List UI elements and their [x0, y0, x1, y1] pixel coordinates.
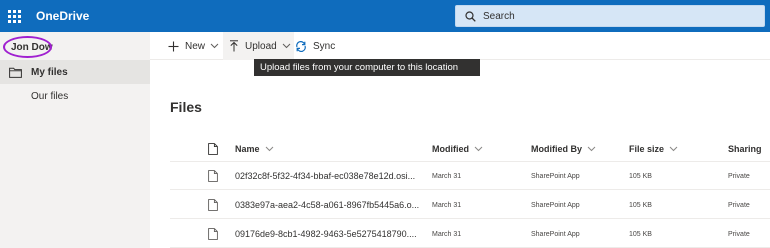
nav-item-label: My files — [31, 66, 68, 78]
upload-tooltip: Upload files from your computer to this … — [254, 59, 480, 76]
file-size: 105 KB — [629, 172, 652, 180]
file-icon — [208, 199, 218, 211]
upload-label: Upload — [245, 40, 277, 52]
upload-button[interactable]: Upload — [223, 32, 294, 60]
chevron-down-icon — [282, 43, 291, 49]
search-input[interactable] — [483, 10, 743, 22]
column-header-label: Name — [235, 143, 260, 154]
column-header-label: Modified By — [531, 143, 582, 154]
column-header-modified-by[interactable]: Modified By — [531, 135, 596, 162]
table-header: Name Modified Modified By File size Shar… — [170, 135, 770, 162]
page-title: Files — [170, 99, 202, 115]
file-icon — [208, 228, 218, 240]
file-size: 105 KB — [629, 230, 652, 238]
nav-item-our-files[interactable]: Our files — [0, 84, 150, 108]
file-icon — [208, 170, 218, 182]
sharing-status: Private — [728, 230, 750, 238]
file-name-link[interactable]: 02f32c8f-5f32-4f34-bbaf-ec038e78e12d.osi… — [235, 162, 420, 190]
file-size: 105 KB — [629, 201, 652, 209]
new-label: New — [185, 40, 206, 52]
chevron-down-icon — [587, 146, 596, 151]
table-row[interactable]: 0383e97a-aea2-4c58-a061-8967fb5445a6.o..… — [170, 191, 770, 219]
sync-icon — [296, 40, 306, 52]
chevron-down-icon — [210, 43, 219, 49]
table-row[interactable]: 02f32c8f-5f32-4f34-bbaf-ec038e78e12d.osi… — [170, 162, 770, 190]
modified-by: SharePoint App — [531, 230, 580, 238]
column-header-label: Sharing — [728, 143, 762, 154]
chevron-down-icon — [474, 146, 483, 151]
app-title[interactable]: OneDrive — [36, 9, 89, 23]
column-header-modified[interactable]: Modified — [432, 135, 483, 162]
highlight-circle — [3, 36, 52, 58]
column-header-label: File size — [629, 143, 665, 154]
sync-button[interactable]: Sync — [295, 32, 335, 60]
chevron-down-icon — [669, 146, 678, 151]
column-header-name[interactable]: Name — [235, 135, 420, 162]
search-icon — [465, 10, 476, 22]
table-row[interactable]: 09176de9-8cb1-4982-9463-5e5275418790....… — [170, 220, 770, 248]
search-box[interactable] — [455, 5, 765, 27]
column-header-sharing[interactable]: Sharing — [728, 135, 762, 162]
modified-by: SharePoint App — [531, 172, 580, 180]
modified-date: March 31 — [432, 201, 462, 209]
sharing-status: Private — [728, 172, 750, 180]
file-icon-cell — [208, 220, 218, 248]
nav-item-label: Our files — [31, 90, 69, 102]
file-icon-cell — [208, 162, 218, 190]
modified-by: SharePoint App — [531, 201, 580, 209]
sharing-status: Private — [728, 201, 750, 209]
file-name-link[interactable]: 0383e97a-aea2-4c58-a061-8967fb5445a6.o..… — [235, 191, 420, 219]
left-nav: Jon Dow My files Our files — [0, 32, 150, 248]
new-button[interactable]: New — [168, 32, 219, 60]
sync-label: Sync — [313, 40, 336, 52]
app-launcher-button[interactable] — [0, 0, 28, 32]
file-type-header[interactable] — [208, 135, 218, 162]
suite-bar: OneDrive — [0, 0, 770, 32]
waffle-icon — [7, 9, 21, 23]
file-icon — [208, 142, 218, 155]
chevron-down-icon — [265, 146, 273, 151]
folder-icon — [9, 67, 22, 78]
modified-date: March 31 — [432, 230, 462, 238]
modified-date: March 31 — [432, 172, 462, 180]
column-header-file-size[interactable]: File size — [629, 135, 678, 162]
column-header-label: Modified — [432, 143, 469, 154]
file-name-link[interactable]: 09176de9-8cb1-4982-9463-5e5275418790.... — [235, 220, 420, 248]
nav-item-my-files[interactable]: My files — [0, 60, 150, 84]
file-icon-cell — [208, 191, 218, 219]
plus-icon — [168, 41, 179, 51]
upload-icon — [230, 40, 238, 52]
command-bar: New Upload Sync — [150, 32, 770, 60]
